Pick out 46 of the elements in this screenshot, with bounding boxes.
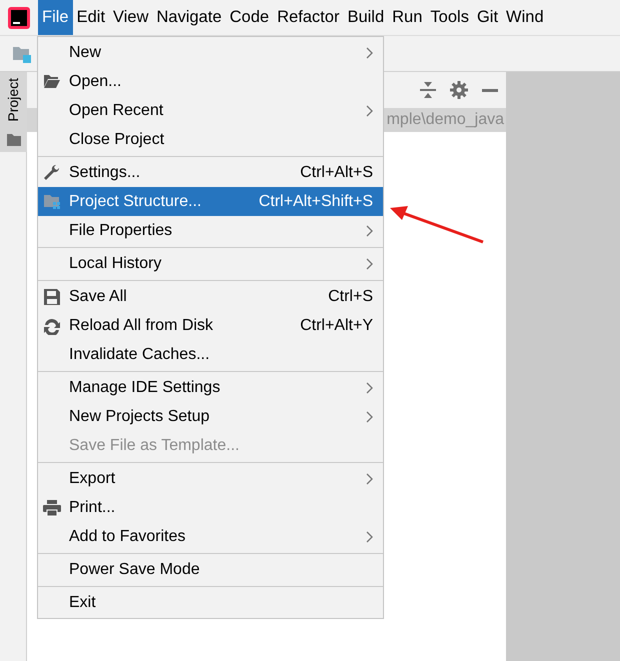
menu-bar-item[interactable]: Build xyxy=(343,0,388,35)
menu-bar-item[interactable]: Code xyxy=(226,0,274,35)
menu-bar-item[interactable]: Wind xyxy=(502,0,548,35)
shortcut-text: Ctrl+Alt+Y xyxy=(300,316,373,336)
menu-item[interactable]: Add to Favorites xyxy=(38,522,383,551)
menu-item[interactable]: Invalidate Caches... xyxy=(38,340,383,369)
reload-icon xyxy=(43,316,61,334)
minimize-icon[interactable] xyxy=(482,88,498,92)
settings-icon[interactable] xyxy=(450,81,468,99)
menu-bar-item[interactable]: Run xyxy=(388,0,426,35)
menu-bar-item[interactable]: Navigate xyxy=(152,0,226,35)
menu-bar-item[interactable]: Edit xyxy=(72,0,110,35)
menu-item[interactable]: Close Project xyxy=(38,125,383,154)
menu-item[interactable]: Open Recent xyxy=(38,96,383,125)
menu-bar-item[interactable]: Refactor xyxy=(273,0,344,35)
menu-bar-item[interactable]: Tools xyxy=(426,0,473,35)
menu-item[interactable]: File Properties xyxy=(38,216,383,245)
collapse-all-icon[interactable] xyxy=(420,81,436,99)
menu-item[interactable]: Print... xyxy=(38,493,383,522)
menu-bar-item[interactable]: Git xyxy=(472,0,502,35)
menu-item[interactable]: Project Structure... Ctrl+Alt+Shift+S xyxy=(38,187,383,216)
shortcut-text: Ctrl+S xyxy=(328,286,373,306)
menu-bar-item[interactable]: View xyxy=(109,0,152,35)
project-path: mple\demo_java xyxy=(386,110,504,130)
menu-item[interactable]: Power Save Mode xyxy=(38,555,383,584)
project-tab-label: Project xyxy=(4,78,22,122)
menu-item[interactable]: Reload All from Disk Ctrl+Alt+Y xyxy=(38,311,383,340)
folder-open-icon xyxy=(43,72,61,90)
project-tool-tab[interactable]: Project xyxy=(0,72,27,152)
menu-item[interactable]: New Projects Setup xyxy=(38,402,383,431)
app-logo-icon[interactable] xyxy=(8,6,30,28)
folder-icon xyxy=(6,134,20,146)
menu-item[interactable]: Manage IDE Settings xyxy=(38,373,383,402)
menu-item[interactable]: Save All Ctrl+S xyxy=(38,282,383,311)
shortcut-text: Ctrl+Alt+Shift+S xyxy=(258,192,373,212)
menu-item[interactable]: Exit xyxy=(38,588,383,617)
folder-grid-icon xyxy=(43,192,61,210)
menu-item[interactable]: Local History xyxy=(38,249,383,278)
printer-icon xyxy=(43,498,61,516)
menu-item[interactable]: New xyxy=(38,38,383,67)
shortcut-text: Ctrl+Alt+S xyxy=(300,162,373,182)
menu-item[interactable]: Export xyxy=(38,464,383,493)
menu-bar-item[interactable]: File xyxy=(38,0,73,35)
menu-item[interactable]: Open... xyxy=(38,67,383,96)
wrench-icon xyxy=(43,164,61,182)
menu-item[interactable]: Settings... Ctrl+Alt+S xyxy=(38,158,383,187)
